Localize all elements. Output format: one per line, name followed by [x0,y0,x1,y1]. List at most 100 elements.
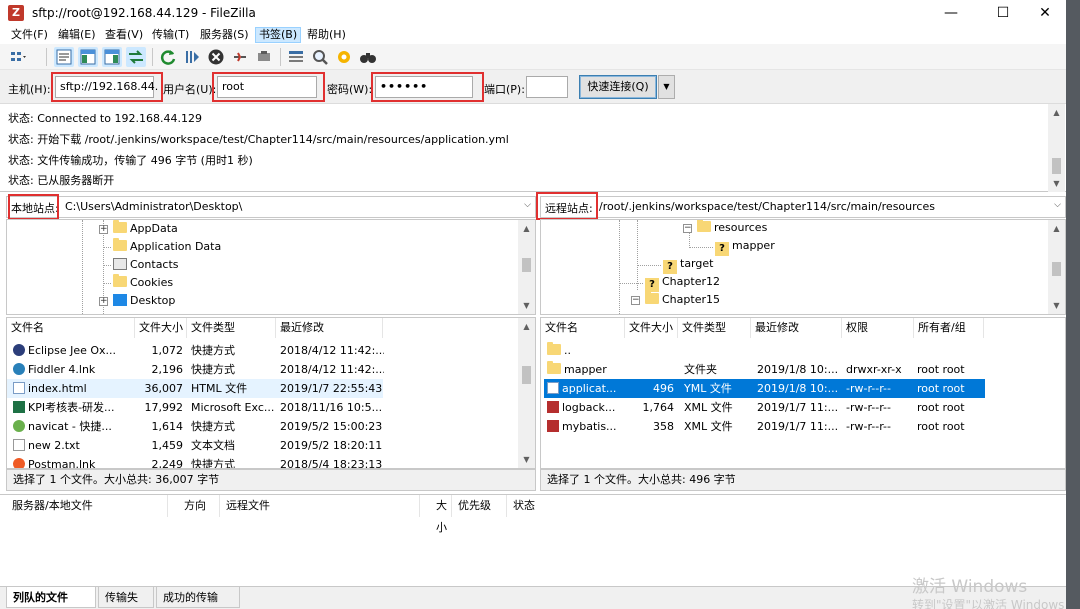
col-permissions[interactable]: 权限 [842,318,914,338]
search-icon[interactable] [310,47,330,67]
cancel-icon[interactable] [206,47,226,67]
tree-node-chapter12[interactable]: ? Chapter12 [645,274,720,292]
tab-successful-transfers[interactable]: 成功的传输 (7) [156,587,240,608]
file-row[interactable]: mybatis... 358 XML 文件 2019/1/7 11:... -r… [541,417,1065,436]
tree-node-cookies[interactable]: Cookies [113,274,173,291]
remote-path-dropdown-icon[interactable]: ⌵ [1054,200,1061,210]
col-filesize[interactable]: 文件大小 [135,318,187,338]
toggle-local-tree-icon[interactable] [78,47,98,67]
file-row[interactable]: Fiddler 4.lnk 2,196 快捷方式 2018/4/12 11:42… [7,360,518,379]
col-filename[interactable]: 文件名 [541,318,625,338]
collapse-icon[interactable]: − [683,224,692,233]
site-manager-icon[interactable] [8,47,28,67]
disconnect-icon[interactable] [230,47,250,67]
menu-bookmarks[interactable]: 书签(B) [255,27,302,43]
filter-icon[interactable] [286,47,306,67]
file-row[interactable]: navicat - 快捷... 1,614 快捷方式 2019/5/2 15:0… [7,417,518,436]
log-line: 状态: 文件传输成功，传输了 496 字节 (用时1 秒) [8,154,253,167]
folder-icon [645,291,659,304]
collapse-icon[interactable]: − [631,296,640,305]
toggle-queue-icon[interactable] [126,47,146,67]
col-owner[interactable]: 所有者/组 [914,318,984,338]
col-filename[interactable]: 文件名 [7,318,135,338]
tree-node-application-data[interactable]: Application Data [113,238,221,255]
maximize-button[interactable]: ☐ [980,0,1026,26]
tree-node-resources[interactable]: resources [697,220,767,236]
navicat-icon [13,420,25,432]
tree-node-chapter15[interactable]: Chapter15 [645,291,720,308]
menu-view[interactable]: 查看(V) [102,27,146,43]
activation-watermark-hint: 转到"设置"以激活 Windows [912,598,1065,609]
refresh-icon[interactable] [158,47,178,67]
remote-site-highlight [536,192,598,220]
col-filetype[interactable]: 文件类型 [187,318,276,338]
local-list-scrollbar[interactable]: ▲ ▼ [518,318,535,468]
sync-browse-icon[interactable] [334,47,354,67]
file-row[interactable]: index.html 36,007 HTML 文件 2019/1/7 22:55… [7,379,383,398]
password-highlight [371,72,484,102]
file-row[interactable]: Postman.lnk 2,249 快捷方式 2018/5/4 18:23:13 [7,455,518,468]
toggle-log-icon[interactable] [54,47,74,67]
local-file-list: 文件名 文件大小 文件类型 最近修改 Eclipse Jee Ox... 1,0… [6,317,536,469]
remote-tree-scrollbar[interactable]: ▲ ▼ [1048,220,1065,314]
file-row[interactable]: mapper 文件夹 2019/1/8 10:... drwxr-xr-x ro… [541,360,1065,379]
queue-col-size[interactable]: 大小 [420,495,452,534]
queue-col-priority[interactable]: 优先级 [452,495,507,517]
tree-node-contacts[interactable]: Contacts [113,257,179,273]
title-bar: Z sftp://root@192.168.44.129 - FileZilla… [0,0,1080,26]
contacts-icon [113,258,127,270]
queue-col-direction[interactable]: 方向 [178,495,220,517]
local-directory-tree: + AppData Application Data Contacts Cook… [6,219,536,315]
toggle-remote-tree-icon[interactable] [102,47,122,67]
process-queue-icon[interactable] [182,47,202,67]
filezilla-icon: Z [8,5,24,21]
folder-icon [697,220,711,232]
local-tree-scrollbar[interactable]: ▲ ▼ [518,220,535,314]
html-file-icon [13,382,25,394]
file-row-selected[interactable]: applicat... 496 YML 文件 2019/1/8 10:... -… [544,379,985,398]
compare-icon[interactable] [358,47,378,67]
tree-node-appdata[interactable]: AppData [113,220,178,237]
close-button[interactable]: ✕ [1022,0,1068,26]
quickconnect-dropdown-icon[interactable]: ▼ [658,75,675,99]
minimize-button[interactable]: — [928,0,974,26]
local-path-input[interactable]: C:\Users\Administrator\Desktop\ [65,200,242,213]
file-row[interactable]: logback... 1,764 XML 文件 2019/1/7 11:... … [541,398,1065,417]
tree-node-mapper[interactable]: ? mapper [715,238,775,256]
col-filesize[interactable]: 文件大小 [625,318,678,338]
local-site-highlight [8,194,59,220]
tab-queued-files[interactable]: 列队的文件 [6,587,96,608]
port-input[interactable] [526,76,568,98]
menu-file[interactable]: 文件(F) [8,27,51,43]
tree-node-desktop[interactable]: Desktop [113,293,175,309]
col-modified[interactable]: 最近修改 [276,318,383,338]
col-filetype[interactable]: 文件类型 [678,318,751,338]
expand-icon[interactable]: + [99,225,108,234]
desktop-icon [113,294,127,306]
queue-col-status[interactable]: 状态 [507,495,567,517]
file-row[interactable]: .. [541,341,1065,360]
reconnect-icon[interactable] [254,47,274,67]
log-scrollbar[interactable]: ▲ ▼ [1048,104,1065,192]
text-file-icon [13,439,25,451]
file-row[interactable]: new 2.txt 1,459 文本文档 2019/5/2 18:20:11 [7,436,518,455]
file-row[interactable]: KPI考核表-研发... 17,992 Microsoft Exc... 201… [7,398,518,417]
queue-col-remote[interactable]: 远程文件 [220,495,420,517]
col-modified[interactable]: 最近修改 [751,318,842,338]
queue-col-local[interactable]: 服务器/本地文件 [6,495,168,517]
menu-server[interactable]: 服务器(S) [197,27,252,43]
menu-transfer[interactable]: 传输(T) [149,27,192,43]
remote-path-input[interactable]: /root/.jenkins/workspace/test/Chapter114… [599,200,935,213]
log-line: 状态: 已从服务器断开 [8,174,115,187]
local-path-dropdown-icon[interactable]: ⌵ [524,200,531,210]
expand-icon[interactable]: + [99,297,108,306]
menu-edit[interactable]: 编辑(E) [55,27,99,43]
local-path-bar: 本地站点: C:\Users\Administrator\Desktop\ ⌵ [6,196,536,218]
host-label: 主机(H): [8,83,51,96]
tab-failed-transfers[interactable]: 传输失败 [98,587,154,608]
quickconnect-button[interactable]: 快速连接(Q) [579,75,657,99]
menu-help[interactable]: 帮助(H) [304,27,349,43]
file-row[interactable]: Eclipse Jee Ox... 1,072 快捷方式 2018/4/12 1… [7,341,518,360]
quickconnect-bar: 主机(H): sftp://192.168.44. 用户名(U): root 密… [0,70,1066,104]
tree-node-target[interactable]: ? target [663,256,713,274]
